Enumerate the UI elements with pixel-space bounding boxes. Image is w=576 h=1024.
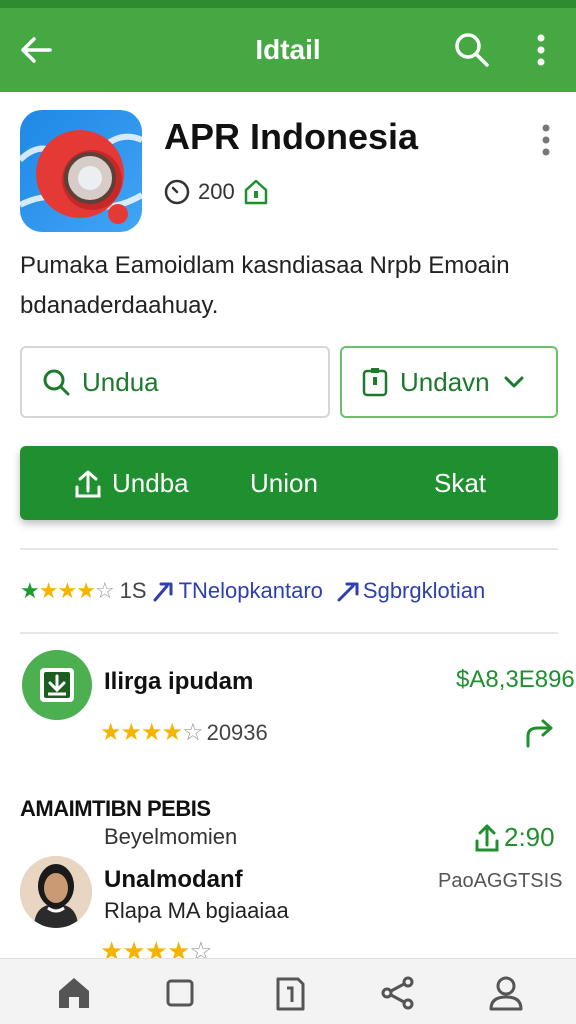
star-icon: ★ <box>57 578 77 603</box>
star-icon: ★ <box>20 578 40 603</box>
app-icon <box>20 110 142 232</box>
related-app-icon[interactable] <box>22 650 92 720</box>
section-meta: 2:90 <box>474 822 555 853</box>
star-icon: ★ <box>161 719 183 746</box>
lock-icon <box>244 179 267 205</box>
search-download-button[interactable]: Undua <box>20 346 330 418</box>
chevron-down-icon <box>504 376 524 388</box>
share-nav-icon[interactable] <box>378 973 418 1013</box>
section-meta-value: 2:90 <box>504 822 555 852</box>
button-label: Undavn <box>400 366 490 397</box>
rating-stars: ★ ★ ★ ★ ☆ <box>100 718 204 747</box>
section-subtitle: Beyelmomien <box>104 824 238 849</box>
status-bar <box>0 0 576 8</box>
divider <box>20 632 558 634</box>
back-arrow-icon[interactable] <box>16 30 56 70</box>
download-box-icon <box>40 668 74 702</box>
app-logo-icon <box>20 130 142 224</box>
publisher-link[interactable]: TNelopkantaro <box>179 578 323 604</box>
profile-icon[interactable] <box>486 973 526 1013</box>
meta-value: 200 <box>198 179 235 204</box>
review-text: Rlapa MA bgiaaiaa <box>104 898 289 923</box>
divider <box>20 548 558 550</box>
star-icon: ★ <box>38 578 59 603</box>
section-title: AMAIMTIBN PEBIS <box>20 796 211 821</box>
rating-count: 20936 <box>206 719 268 745</box>
install-options-button[interactable]: Undavn <box>340 346 558 418</box>
rating-stars: ★ ★ ★ ★ ☆ <box>20 578 115 604</box>
star-icon: ★ <box>120 719 142 746</box>
avatar-person-icon <box>20 856 92 928</box>
upload-icon <box>75 470 101 497</box>
primary-action-bar: Undba Union Skat <box>20 446 558 520</box>
more-options-icon[interactable] <box>532 120 560 160</box>
app-bar: Idtail <box>0 8 576 92</box>
reviewer-name: Unalmodanf <box>104 866 243 893</box>
button-label: Undua <box>82 366 159 397</box>
button-label: Undba <box>112 468 189 498</box>
download-button[interactable]: Undba <box>74 468 189 499</box>
clipboard-icon <box>362 368 388 397</box>
app-description: Pumaka Eamoidlam kasndiasaa Nrpb Emoain … <box>20 252 510 319</box>
related-app-rating: ★ ★ ★ ★ ☆ 20936 <box>100 718 268 747</box>
button-label: Skat <box>434 468 487 498</box>
star-icon: ★ <box>76 578 96 603</box>
related-app-title[interactable]: Ilirga ipudam <box>104 668 253 696</box>
rating-count: 1S <box>119 578 147 603</box>
app-meta: 200 <box>164 178 269 206</box>
star-icon: ★ <box>141 719 162 746</box>
search-icon[interactable] <box>452 30 492 70</box>
search-icon <box>43 369 70 396</box>
document-icon[interactable] <box>270 973 310 1013</box>
home-icon[interactable] <box>54 973 94 1013</box>
square-icon[interactable] <box>160 973 200 1013</box>
star-empty-icon: ☆ <box>94 578 115 603</box>
avatar[interactable] <box>20 856 92 928</box>
star-icon: ★ <box>100 719 121 746</box>
more-vert-icon[interactable] <box>526 30 556 70</box>
share-icon[interactable] <box>524 716 558 750</box>
button-label: Union <box>250 468 318 498</box>
app-name: APR Indonesia <box>164 116 419 157</box>
clock-icon <box>164 179 190 205</box>
upload-icon <box>475 824 499 851</box>
arrow-link-icon <box>337 582 359 602</box>
reviewer-tag: PaoAGGTSIS <box>438 870 563 892</box>
trending-icon <box>153 582 173 602</box>
star-empty-icon: ☆ <box>182 719 203 746</box>
bottom-navigation <box>0 958 576 1024</box>
rating-row: ★ ★ ★ ★ ☆ 1S TNelopkantaro Sgbrgklotian <box>20 578 560 604</box>
related-app-price: $A8,3E896 <box>456 666 575 693</box>
skat-button[interactable]: Skat <box>434 468 486 499</box>
union-button[interactable]: Union <box>250 468 318 499</box>
category-link[interactable]: Sgbrgklotian <box>363 578 485 604</box>
